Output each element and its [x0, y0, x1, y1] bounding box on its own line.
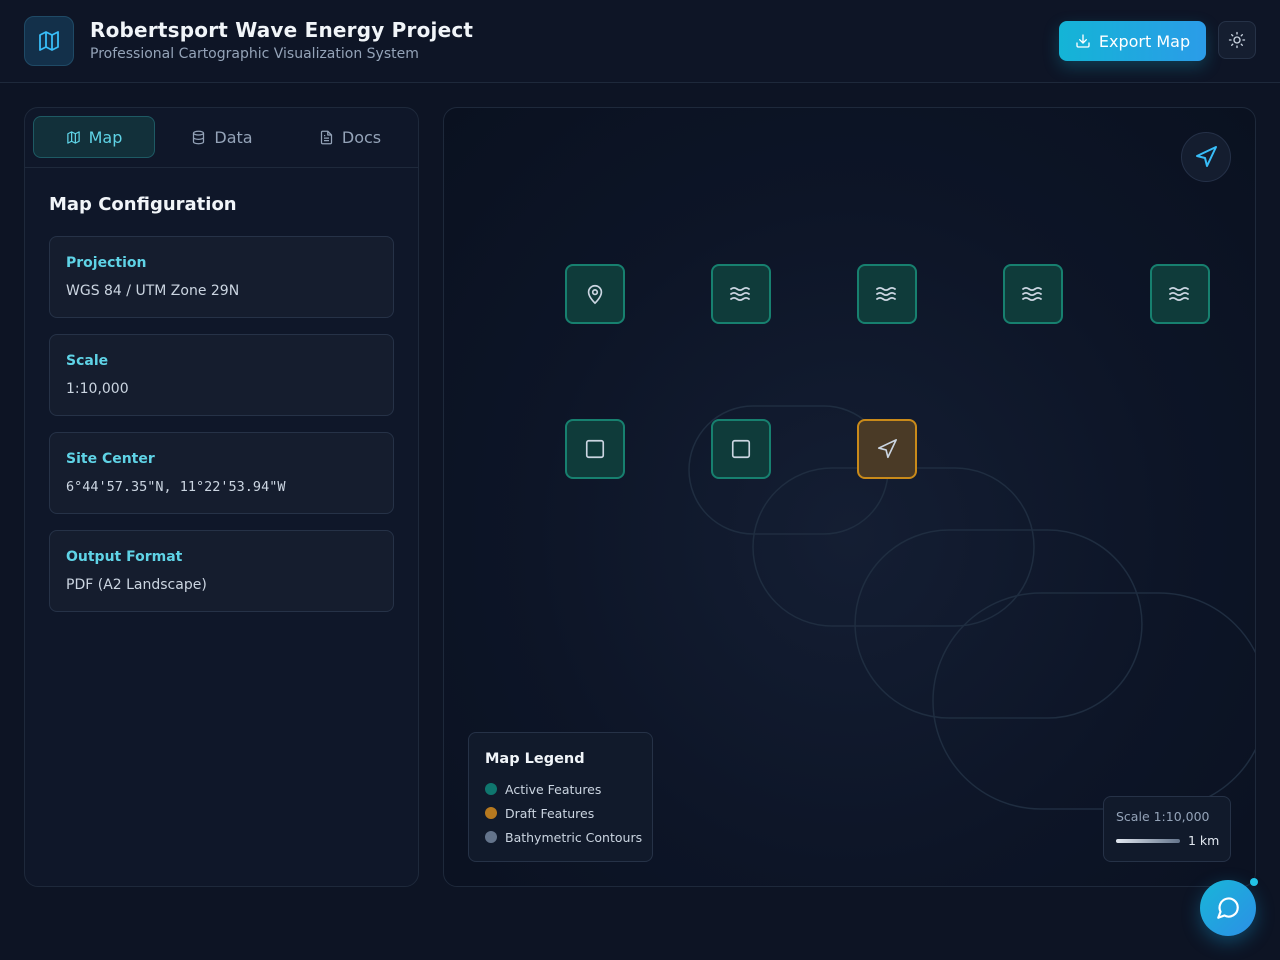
feature-marker[interactable]: [1003, 264, 1063, 324]
config-label: Output Format: [66, 549, 183, 565]
tab-map-label: Map: [88, 127, 123, 147]
legend-item-active: Active Features: [485, 781, 601, 797]
legend-swatch: [485, 807, 497, 819]
navigation-icon: [877, 439, 897, 459]
feature-marker[interactable]: [1150, 264, 1210, 324]
app-logo: [24, 16, 74, 66]
waves-icon: [1022, 286, 1042, 302]
export-map-button[interactable]: Export Map: [1059, 21, 1206, 61]
export-map-label: Export Map: [1098, 31, 1191, 51]
tab-docs[interactable]: Docs: [289, 116, 411, 158]
file-text-icon: [320, 130, 332, 144]
config-card-output-format: Output Format PDF (A2 Landscape): [49, 530, 394, 612]
navigation-icon: [1196, 146, 1217, 167]
scale-unit: 1 km: [1188, 833, 1220, 848]
square-icon: [585, 439, 605, 459]
locate-button[interactable]: [1181, 132, 1231, 182]
legend-title: Map Legend: [485, 751, 585, 767]
tab-data-label: Data: [214, 127, 253, 147]
config-panel: Map Data Docs Map Configuration Projecti…: [24, 107, 419, 887]
scale-bar: [1116, 839, 1180, 843]
config-card-projection: Projection WGS 84 / UTM Zone 29N: [49, 236, 394, 318]
legend-label: Draft Features: [505, 805, 595, 821]
feature-marker[interactable]: [711, 419, 771, 479]
legend-swatch: [485, 831, 497, 843]
map-pin-icon: [587, 284, 603, 305]
waves-icon: [730, 286, 750, 302]
legend-label: Bathymetric Contours: [505, 829, 643, 845]
scale-indicator: Scale 1:10,000 1 km: [1103, 796, 1231, 862]
legend-item-draft: Draft Features: [485, 805, 594, 821]
app-title: Robertsport Wave Energy Project: [90, 18, 474, 42]
feature-marker[interactable]: [565, 264, 625, 324]
feature-marker[interactable]: [565, 419, 625, 479]
waves-icon: [876, 286, 896, 302]
map-icon: [39, 31, 59, 51]
config-card-scale: Scale 1:10,000: [49, 334, 394, 416]
app-header: Robertsport Wave Energy Project Professi…: [0, 0, 1280, 83]
legend-item-contours: Bathymetric Contours: [485, 829, 642, 845]
database-icon: [193, 130, 205, 144]
tab-map[interactable]: Map: [33, 116, 155, 158]
message-circle-icon: [1217, 897, 1239, 919]
notification-dot: [1250, 878, 1258, 886]
config-value: PDF (A2 Landscape): [66, 577, 207, 593]
config-card-site-center: Site Center 6°44'57.35"N, 11°22'53.94"W: [49, 432, 394, 514]
feature-marker-draft[interactable]: [857, 419, 917, 479]
map-icon: [66, 130, 80, 144]
sun-icon: [1228, 31, 1246, 49]
config-value: 6°44'57.35"N, 11°22'53.94"W: [66, 479, 286, 495]
feature-marker[interactable]: [857, 264, 917, 324]
section-title: Map Configuration: [49, 194, 237, 215]
square-icon: [731, 439, 751, 459]
config-value: WGS 84 / UTM Zone 29N: [66, 283, 240, 299]
contour-line: [854, 529, 1143, 719]
feature-marker[interactable]: [711, 264, 771, 324]
waves-icon: [1169, 286, 1189, 302]
scale-label: Scale 1:10,000: [1116, 809, 1210, 824]
theme-toggle-button[interactable]: [1218, 21, 1256, 59]
config-value: 1:10,000: [66, 381, 129, 397]
map-canvas[interactable]: Map Legend Active Features Draft Feature…: [443, 107, 1256, 887]
tab-docs-label: Docs: [341, 127, 382, 147]
tab-data[interactable]: Data: [161, 116, 283, 158]
contour-line: [752, 467, 1035, 627]
map-legend: Map Legend Active Features Draft Feature…: [468, 732, 653, 862]
app-subtitle: Professional Cartographic Visualization …: [90, 46, 419, 62]
panel-tabs: Map Data Docs: [25, 108, 418, 168]
config-label: Projection: [66, 255, 147, 271]
chat-button[interactable]: [1200, 880, 1256, 936]
legend-swatch: [485, 783, 497, 795]
config-label: Scale: [66, 353, 109, 369]
download-icon: [1076, 34, 1090, 48]
contour-line: [932, 592, 1255, 810]
config-label: Site Center: [66, 451, 155, 467]
legend-label: Active Features: [505, 781, 602, 797]
